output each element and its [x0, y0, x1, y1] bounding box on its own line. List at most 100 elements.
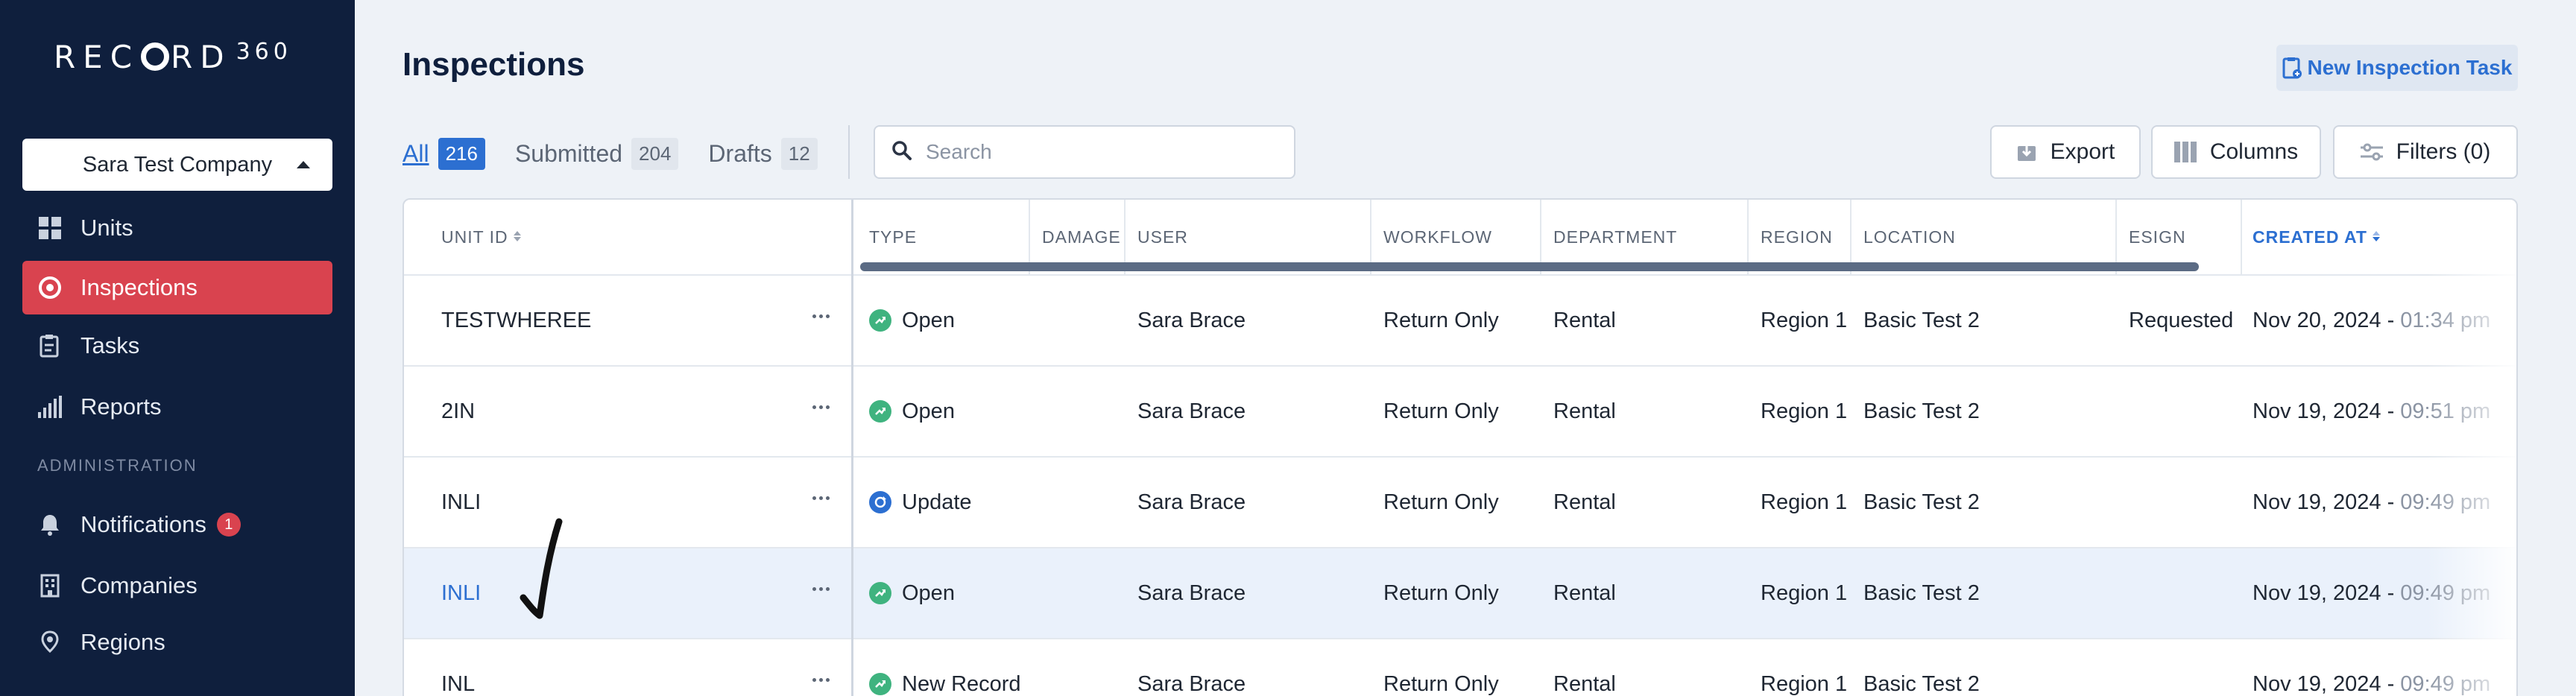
sidebar-item-notifications[interactable]: Notifications 1 — [22, 498, 332, 551]
download-icon — [2016, 142, 2037, 162]
column-header-label: TYPE — [869, 227, 918, 247]
cell-department: Rental — [1553, 639, 1616, 696]
cell-unit-id[interactable]: INL — [441, 639, 475, 696]
cell-region: Region 1 — [1761, 276, 1847, 365]
clipboard-icon — [37, 333, 63, 358]
table-row[interactable]: TESTWHEREE Open Sara Brace Return Only Renta… — [404, 274, 2516, 365]
table-row[interactable]: INL New Record Sara Brace Return Only Rental… — [404, 638, 2516, 696]
row-actions-menu-icon[interactable] — [812, 405, 830, 409]
cell-department: Rental — [1553, 548, 1616, 638]
sidebar-item-label: Units — [80, 215, 133, 241]
cell-text: Rental — [1553, 308, 1616, 332]
cell-text: New Record — [902, 671, 1021, 696]
refresh-icon — [869, 491, 891, 513]
cell-region: Region 1 — [1761, 458, 1847, 547]
filters-button[interactable]: Filters (0) — [2333, 125, 2518, 179]
cell-text: INLI — [441, 580, 482, 605]
handwritten-checkmark — [520, 518, 563, 619]
new-inspection-task-button[interactable]: New Inspection Task — [2276, 45, 2518, 91]
cell-text: Return Only — [1383, 671, 1499, 696]
cell-esign: Requested — [2129, 276, 2233, 365]
export-button[interactable]: Export — [1990, 125, 2141, 179]
row-actions-menu-icon[interactable] — [812, 587, 830, 591]
sidebar-item-units[interactable]: Units — [22, 201, 332, 255]
cell-department: Rental — [1553, 458, 1616, 547]
column-header-unit-id[interactable]: UNIT ID — [441, 200, 522, 274]
horizontal-scrollbar[interactable] — [860, 262, 2199, 271]
arrow-up-right-icon — [869, 673, 891, 695]
cell-text: INL — [441, 671, 476, 696]
row-actions-menu-icon[interactable] — [812, 678, 830, 682]
cell-unit-id[interactable]: 2IN — [441, 367, 475, 456]
tab-submitted[interactable]: Submitted 204 — [515, 137, 679, 170]
cell-text: Sara Brace — [1137, 580, 1246, 605]
cell-type: Open — [869, 548, 955, 638]
bell-icon — [37, 512, 63, 537]
created-date: Nov 19, 2024 - — [2253, 580, 2401, 605]
cell-text: 2IN — [441, 399, 476, 423]
tab-drafts[interactable]: Drafts 12 — [708, 137, 818, 170]
cell-user: Sara Brace — [1137, 639, 1246, 696]
inspections-table: UNIT ID TYPE DAMAGE USER WORKFLOW DEPART… — [402, 198, 2518, 696]
tab-all[interactable]: All 216 — [402, 137, 485, 170]
created-date: Nov 19, 2024 - — [2253, 671, 2401, 696]
cell-text: Region 1 — [1761, 308, 1848, 332]
sidebar-item-inspections[interactable]: Inspections — [22, 261, 332, 314]
cell-location: Basic Test 2 — [1863, 639, 1980, 696]
sidebar-item-label: Notifications — [80, 511, 206, 537]
column-divider — [2241, 200, 2242, 274]
columns-label: Columns — [2209, 139, 2299, 164]
grid-icon — [37, 215, 63, 241]
cell-type: Update — [869, 458, 972, 547]
company-selector[interactable]: Sara Test Company — [22, 139, 332, 191]
tab-label: Drafts — [708, 139, 772, 167]
table-row[interactable]: INLI Update Sara Brace Return Only Rental Reg… — [404, 456, 2516, 547]
cell-text: Rental — [1553, 671, 1616, 696]
column-header-created-at[interactable]: CREATED AT — [2253, 200, 2381, 274]
cell-region: Region 1 — [1761, 367, 1847, 456]
cell-text: Open — [902, 399, 955, 423]
cell-user: Sara Brace — [1137, 458, 1246, 547]
sidebar-item-label: Inspections — [80, 274, 198, 300]
logo-text: RD — [171, 39, 232, 75]
created-date: Nov 19, 2024 - — [2253, 490, 2401, 514]
sidebar-item-reports[interactable]: Reports — [22, 380, 332, 434]
cell-text: Requested — [2129, 308, 2234, 332]
table-row[interactable]: INLI Open Sara Brace Return Only Rental Regio… — [404, 547, 2516, 638]
column-header-label: REGION — [1761, 227, 1833, 247]
sidebar-item-companies[interactable]: Companies — [22, 559, 332, 613]
cell-location: Basic Test 2 — [1863, 548, 1980, 638]
row-actions-menu-icon[interactable] — [812, 496, 830, 500]
search-box[interactable] — [874, 125, 1295, 179]
table-row[interactable]: 2IN Open Sara Brace Return Only Rental Region… — [404, 365, 2516, 456]
cell-text: Basic Test 2 — [1863, 490, 1980, 514]
sidebar-item-label: Reports — [80, 393, 162, 420]
cell-unit-id[interactable]: INLI — [441, 458, 481, 547]
cell-text: Sara Brace — [1137, 399, 1246, 423]
columns-button[interactable]: Columns — [2151, 125, 2321, 179]
created-time: 09:49 pm — [2400, 580, 2491, 605]
cell-type: New Record — [869, 639, 1021, 696]
sidebar-item-regions[interactable]: Regions — [22, 616, 332, 669]
bar-chart-icon — [37, 394, 63, 420]
cell-region: Region 1 — [1761, 548, 1847, 638]
cell-text: Open — [902, 580, 955, 605]
cell-text: Rental — [1553, 490, 1616, 514]
cell-unit-id[interactable]: TESTWHEREE — [441, 276, 591, 365]
app-logo[interactable]: REC RD 360 — [54, 39, 292, 75]
column-header-label: ESIGN — [2129, 227, 2186, 247]
notification-count-badge: 1 — [216, 513, 241, 537]
cell-created-at: Nov 19, 2024 - 09:49 pm — [2253, 639, 2490, 696]
column-header-label: LOCATION — [1863, 227, 1956, 247]
search-input[interactable] — [926, 140, 1269, 164]
created-date: Nov 20, 2024 - — [2253, 308, 2401, 332]
cell-type: Open — [869, 276, 955, 365]
cell-unit-id[interactable]: INLI — [441, 548, 481, 638]
tab-count-badge: 12 — [780, 137, 818, 170]
columns-icon — [2174, 142, 2197, 162]
cell-location: Basic Test 2 — [1863, 458, 1980, 547]
sidebar-item-tasks[interactable]: Tasks — [22, 319, 332, 373]
cell-region: Region 1 — [1761, 639, 1847, 696]
row-actions-menu-icon[interactable] — [812, 314, 830, 318]
cell-text: Return Only — [1383, 490, 1499, 514]
